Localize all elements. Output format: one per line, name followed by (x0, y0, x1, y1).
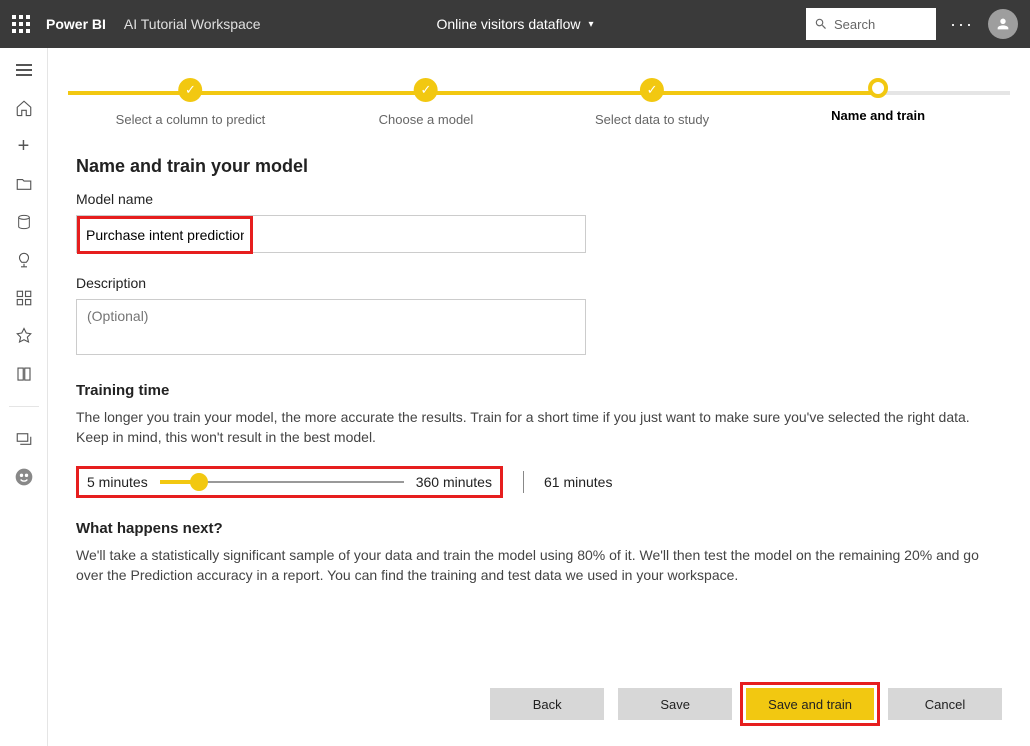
cancel-button[interactable]: Cancel (888, 688, 1002, 720)
model-name-label: Model name (76, 191, 1002, 207)
model-name-input[interactable] (80, 219, 250, 251)
more-options-icon[interactable]: ··· (950, 14, 974, 35)
training-time-description: The longer you train your model, the mor… (76, 407, 1002, 448)
training-slider-group: 5 minutes 360 minutes (76, 466, 503, 498)
step-label: Select a column to predict (116, 112, 266, 127)
nav-deployment-icon[interactable] (14, 326, 34, 346)
content-area: ✓ Select a column to predict ✓ Choose a … (48, 48, 1030, 746)
dataflow-name: Online visitors dataflow (437, 16, 581, 32)
nav-apps-icon[interactable] (14, 288, 34, 308)
checkmark-icon: ✓ (640, 78, 664, 102)
checkmark-icon: ✓ (414, 78, 438, 102)
back-button[interactable]: Back (490, 688, 604, 720)
nav-home-icon[interactable] (14, 98, 34, 118)
nav-browse-icon[interactable] (14, 174, 34, 194)
vertical-divider (523, 471, 524, 493)
current-step-icon (868, 78, 888, 98)
nav-data-hub-icon[interactable] (14, 212, 34, 232)
search-placeholder: Search (834, 17, 875, 32)
step-select-column[interactable]: ✓ Select a column to predict (116, 78, 266, 127)
step-select-data[interactable]: ✓ Select data to study (595, 78, 709, 127)
workspace-name[interactable]: AI Tutorial Workspace (124, 16, 261, 32)
wizard-footer-buttons: Back Save Save and train Cancel (490, 688, 1002, 720)
step-name-and-train: Name and train (831, 78, 925, 123)
top-header: Power BI AI Tutorial Workspace Online vi… (0, 0, 1030, 48)
step-label: Choose a model (379, 112, 474, 127)
user-avatar[interactable] (988, 9, 1018, 39)
what-happens-heading: What happens next? (76, 520, 1002, 537)
training-time-heading: Training time (76, 382, 1002, 399)
model-name-field-wrap[interactable] (76, 215, 586, 253)
nav-menu-icon[interactable] (14, 60, 34, 80)
app-launcher-icon[interactable] (12, 15, 30, 33)
page-heading: Name and train your model (76, 156, 1002, 177)
slider-max-label: 360 minutes (416, 474, 492, 490)
dataflow-dropdown[interactable]: Online visitors dataflow ▾ (437, 16, 594, 32)
what-happens-body: We'll take a statistically significant s… (76, 545, 1002, 586)
save-button[interactable]: Save (618, 688, 732, 720)
nav-workspaces-icon[interactable] (14, 429, 34, 449)
nav-create-icon[interactable] (14, 136, 34, 156)
description-textarea[interactable] (76, 299, 586, 355)
left-nav-rail (0, 48, 48, 746)
wizard-stepper: ✓ Select a column to predict ✓ Choose a … (68, 78, 1010, 128)
description-label: Description (76, 275, 1002, 291)
nav-current-workspace-icon[interactable] (14, 467, 34, 487)
nav-learn-icon[interactable] (14, 364, 34, 384)
checkmark-icon: ✓ (178, 78, 202, 102)
user-icon (995, 16, 1011, 32)
slider-thumb[interactable] (190, 473, 208, 491)
slider-value-label: 61 minutes (544, 474, 612, 490)
step-label: Select data to study (595, 112, 709, 127)
search-icon (814, 17, 828, 31)
chevron-down-icon: ▾ (588, 19, 593, 30)
nav-metrics-icon[interactable] (14, 250, 34, 270)
save-and-train-button[interactable]: Save and train (746, 688, 874, 720)
brand-label: Power BI (46, 16, 106, 32)
step-choose-model[interactable]: ✓ Choose a model (379, 78, 474, 127)
step-label: Name and train (831, 108, 925, 123)
nav-divider (9, 406, 39, 407)
search-input[interactable]: Search (806, 8, 936, 40)
slider-min-label: 5 minutes (87, 474, 148, 490)
training-time-row: 5 minutes 360 minutes 61 minutes (76, 466, 1002, 498)
training-time-slider[interactable] (160, 475, 404, 489)
